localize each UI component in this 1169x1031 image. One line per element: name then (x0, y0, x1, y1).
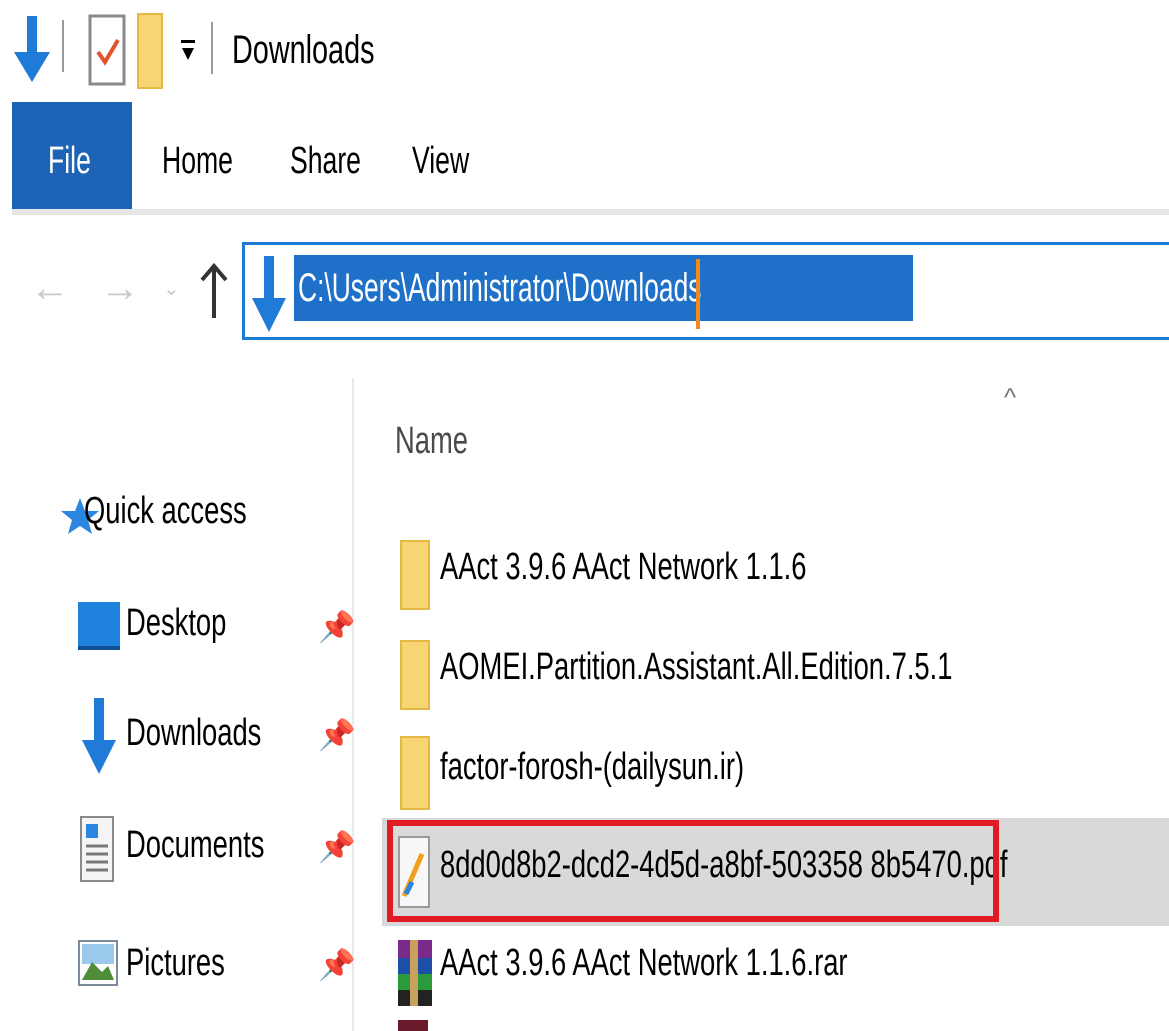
title-bar: Downloads (0, 0, 1169, 100)
nav-item-label: Quick access (84, 490, 247, 532)
customize-toolbar-icon[interactable] (180, 38, 196, 66)
recent-locations-icon[interactable]: ⌄ (163, 276, 180, 301)
file-name: factor-forosh-(dailysun.ir) (440, 746, 745, 788)
address-selection: C:\Users\Administrator\Downloads (294, 255, 914, 321)
folder-icon (400, 736, 430, 810)
back-arrow-icon[interactable]: ← (30, 266, 70, 311)
properties-icon[interactable] (88, 14, 128, 88)
window-title: Downloads (232, 28, 375, 72)
list-item[interactable]: AOMEI.Partition.Assistant.All.Edition.7.… (0, 628, 1169, 718)
tab-share[interactable]: Share (290, 140, 361, 183)
tab-home[interactable]: Home (162, 140, 233, 183)
tab-file-label: File (48, 140, 91, 182)
download-arrow-icon[interactable] (14, 16, 50, 82)
ribbon-divider (12, 209, 1169, 215)
folder-icon (400, 540, 430, 610)
column-header-name[interactable]: Name (395, 420, 468, 463)
file-name: AOMEI.Partition.Assistant.All.Edition.7.… (440, 646, 953, 688)
file-name: AAct 3.9.6 AAct Network 1.1.6 (440, 546, 807, 588)
list-item-partial (398, 1020, 428, 1031)
up-arrow-icon[interactable] (200, 262, 228, 320)
winrar-archive-icon (398, 940, 432, 1006)
download-arrow-icon (252, 256, 286, 332)
tab-file[interactable]: File (12, 102, 132, 209)
text-caret (696, 259, 700, 329)
file-name: AAct 3.9.6 AAct Network 1.1.6.rar (440, 942, 848, 984)
address-path[interactable]: C:\Users\Administrator\Downloads (298, 255, 701, 321)
list-item[interactable]: factor-forosh-(dailysun.ir) (0, 728, 1169, 818)
qat-separator (62, 20, 64, 72)
new-folder-icon[interactable] (136, 12, 164, 90)
list-item[interactable]: AAct 3.9.6 AAct Network 1.1.6 (0, 528, 1169, 618)
tab-view[interactable]: View (412, 140, 469, 183)
folder-icon (400, 640, 430, 710)
forward-arrow-icon[interactable]: → (100, 266, 140, 311)
list-item[interactable]: AAct 3.9.6 AAct Network 1.1.6.rar (0, 928, 1169, 1018)
annotation-highlight-box (387, 820, 999, 922)
title-separator (211, 22, 213, 74)
sort-ascending-icon[interactable]: ^ (1004, 382, 1016, 413)
